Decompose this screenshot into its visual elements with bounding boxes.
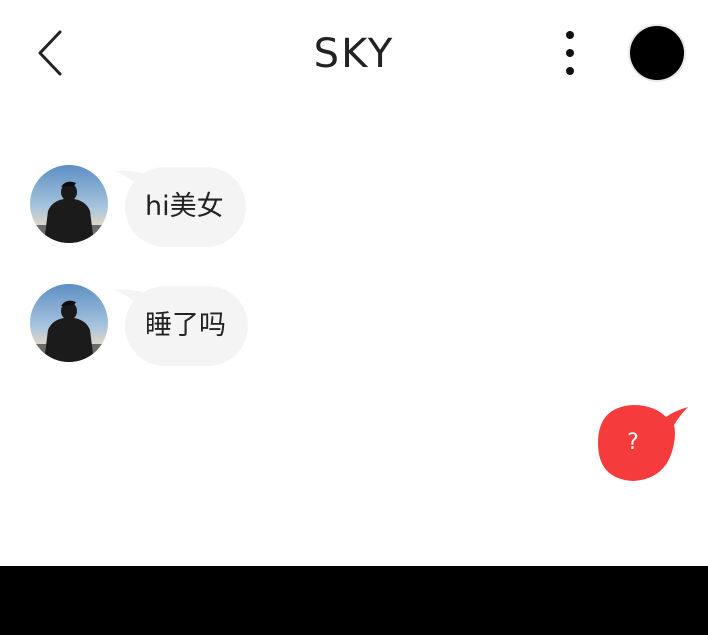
profile-avatar-button[interactable] (630, 26, 684, 80)
message-bubble[interactable]: hi美女 (125, 167, 246, 247)
message-bubble[interactable]: 睡了吗 (125, 286, 248, 366)
more-options-button[interactable] (552, 26, 588, 82)
more-vertical-icon (566, 31, 574, 75)
person-photo-icon (30, 284, 108, 362)
chat-screen: SKY hi美女 睡了吗 ? (0, 0, 708, 635)
person-photo-icon (30, 165, 108, 243)
help-button[interactable] (596, 403, 692, 485)
chat-title: SKY (313, 31, 395, 77)
contact-avatar[interactable] (30, 284, 108, 362)
bottom-bar (0, 566, 708, 635)
contact-avatar[interactable] (30, 165, 108, 243)
